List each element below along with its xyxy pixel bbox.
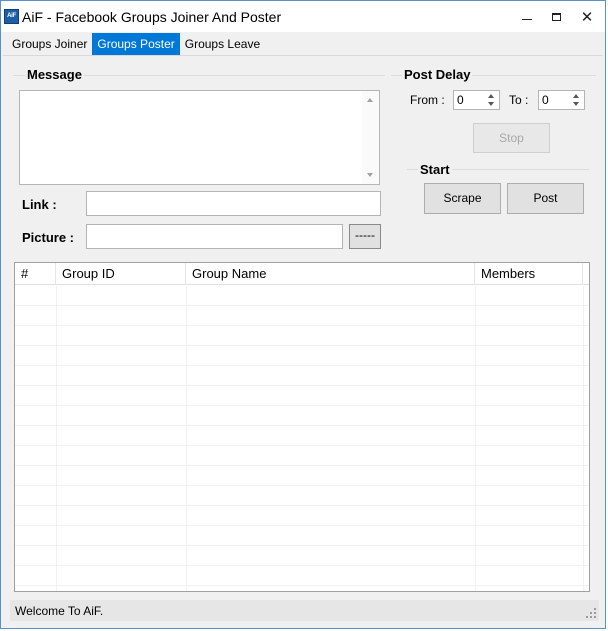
delay-to-spin-buttons[interactable] xyxy=(569,91,584,109)
table-row[interactable] xyxy=(15,506,589,526)
tab-groups-leave[interactable]: Groups Leave xyxy=(179,33,266,55)
maximize-button[interactable] xyxy=(542,5,570,29)
column-header-members[interactable]: Members xyxy=(475,263,583,285)
delay-from-spin-buttons[interactable] xyxy=(484,91,499,109)
tab-strip: Groups Joiner Groups Poster Groups Leave xyxy=(7,33,266,55)
delay-from-label: From : xyxy=(410,93,445,107)
table-row[interactable] xyxy=(15,546,589,566)
groups-table[interactable]: # Group ID Group Name Members xyxy=(14,262,590,592)
minimize-icon xyxy=(522,18,532,20)
close-icon: ✕ xyxy=(580,9,594,26)
picture-input[interactable] xyxy=(86,224,343,249)
status-text: Welcome To AiF. xyxy=(15,604,104,618)
spin-down-icon[interactable] xyxy=(488,102,494,106)
table-row[interactable] xyxy=(15,306,589,326)
picture-label: Picture : xyxy=(22,230,75,245)
table-row[interactable] xyxy=(15,526,589,546)
message-textarea[interactable] xyxy=(19,90,380,185)
tab-groups-joiner[interactable]: Groups Joiner xyxy=(7,33,93,55)
column-header-index[interactable]: # xyxy=(15,263,56,285)
start-group-label: Start xyxy=(418,162,452,177)
status-bar: Welcome To AiF. xyxy=(10,600,599,621)
stop-button[interactable]: Stop xyxy=(473,123,550,153)
link-label: Link : xyxy=(22,197,57,212)
tab-divider xyxy=(3,55,603,56)
close-button[interactable]: ✕ xyxy=(573,5,601,29)
table-row[interactable] xyxy=(15,566,589,586)
table-row[interactable] xyxy=(15,326,589,346)
post-delay-group-label: Post Delay xyxy=(402,67,473,82)
window-title: AiF - Facebook Groups Joiner And Poster xyxy=(22,9,282,25)
title-bar[interactable]: AiF AiF - Facebook Groups Joiner And Pos… xyxy=(1,1,605,32)
delay-from-spinner[interactable]: 0 xyxy=(453,90,500,110)
table-row[interactable] xyxy=(15,386,589,406)
table-body[interactable] xyxy=(15,286,589,591)
table-row[interactable] xyxy=(15,346,589,366)
minimize-button[interactable] xyxy=(513,5,541,29)
table-row[interactable] xyxy=(15,286,589,306)
table-row[interactable] xyxy=(15,426,589,446)
scrape-button[interactable]: Scrape xyxy=(424,183,501,214)
post-button[interactable]: Post xyxy=(507,183,584,214)
column-header-group-id[interactable]: Group ID xyxy=(56,263,186,285)
column-divider xyxy=(56,286,57,591)
table-row[interactable] xyxy=(15,366,589,386)
delay-to-label: To : xyxy=(509,93,529,107)
browse-picture-button[interactable]: ----- xyxy=(349,224,381,249)
spin-down-icon[interactable] xyxy=(573,102,579,106)
table-row[interactable] xyxy=(15,406,589,426)
message-group-label: Message xyxy=(25,67,84,82)
table-row[interactable] xyxy=(15,446,589,466)
delay-to-spinner[interactable]: 0 xyxy=(538,90,585,110)
maximize-icon xyxy=(551,13,561,21)
table-row[interactable] xyxy=(15,466,589,486)
scroll-up-icon[interactable] xyxy=(367,98,373,102)
link-input[interactable] xyxy=(86,191,381,216)
column-divider xyxy=(475,286,476,591)
app-logo-icon: AiF xyxy=(4,9,19,24)
spin-up-icon[interactable] xyxy=(573,94,579,98)
delay-to-value: 0 xyxy=(542,93,549,107)
tab-groups-poster[interactable]: Groups Poster xyxy=(92,33,180,55)
spin-up-icon[interactable] xyxy=(488,94,494,98)
app-window: AiF AiF - Facebook Groups Joiner And Pos… xyxy=(0,0,606,629)
column-divider xyxy=(186,286,187,591)
table-row[interactable] xyxy=(15,486,589,506)
column-header-group-name[interactable]: Group Name xyxy=(186,263,475,285)
message-scrollbar[interactable] xyxy=(362,91,379,184)
resize-grip-icon[interactable] xyxy=(586,608,596,618)
delay-from-value: 0 xyxy=(457,93,464,107)
column-divider xyxy=(583,286,584,591)
table-header: # Group ID Group Name Members xyxy=(15,263,589,285)
scroll-down-icon[interactable] xyxy=(367,173,373,177)
